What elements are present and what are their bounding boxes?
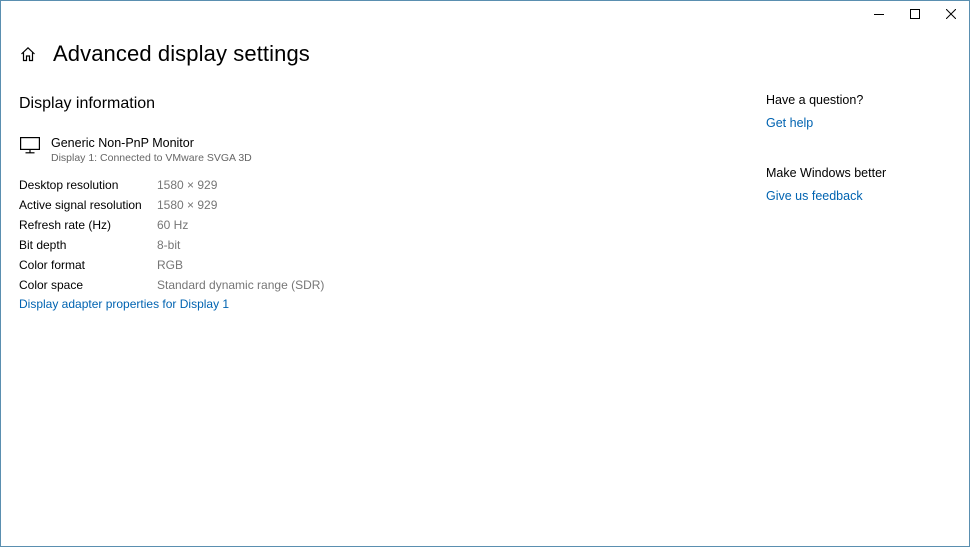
close-icon	[946, 9, 956, 19]
close-button[interactable]	[933, 1, 969, 27]
row-label: Color format	[19, 258, 86, 272]
table-row: Active signal resolution 1580 × 929	[19, 195, 324, 215]
row-value: 8-bit	[157, 238, 181, 252]
table-row: Bit depth 8-bit	[19, 235, 324, 255]
row-value: 60 Hz	[157, 218, 189, 232]
home-icon[interactable]	[19, 45, 37, 63]
monitor-connection: Display 1: Connected to VMware SVGA 3D	[51, 152, 252, 164]
question-heading: Have a question?	[766, 93, 864, 107]
monitor-icon	[20, 137, 42, 155]
caption-buttons	[861, 1, 969, 27]
row-label: Bit depth	[19, 238, 67, 252]
row-label: Active signal resolution	[19, 198, 142, 212]
row-value: 1580 × 929	[157, 178, 218, 192]
row-label: Desktop resolution	[19, 178, 119, 192]
row-label: Refresh rate (Hz)	[19, 218, 112, 232]
table-row: Refresh rate (Hz) 60 Hz	[19, 215, 324, 235]
page-title: Advanced display settings	[53, 41, 310, 66]
give-feedback-link[interactable]: Give us feedback	[766, 189, 863, 203]
settings-window: Advanced display settings Display inform…	[0, 0, 970, 547]
table-row: Color space Standard dynamic range (SDR)	[19, 275, 324, 295]
help-pane: Have a question? Get help Make Windows b…	[766, 92, 966, 238]
row-value: Standard dynamic range (SDR)	[157, 278, 325, 292]
section-title: Display information	[19, 95, 156, 112]
question-block: Have a question? Get help	[766, 92, 966, 132]
table-row: Desktop resolution 1580 × 929	[19, 175, 324, 195]
maximize-button[interactable]	[897, 1, 933, 27]
monitor-entry: Generic Non-PnP Monitor Display 1: Conne…	[19, 135, 719, 165]
monitor-name: Generic Non-PnP Monitor	[51, 136, 194, 150]
row-value: 1580 × 929	[157, 198, 218, 212]
maximize-icon	[910, 9, 920, 19]
display-info-table: Desktop resolution 1580 × 929 Active sig…	[19, 175, 324, 295]
display-adapter-properties-link[interactable]: Display adapter properties for Display 1	[19, 297, 229, 311]
monitor-text: Generic Non-PnP Monitor Display 1: Conne…	[51, 135, 252, 165]
minimize-button[interactable]	[861, 1, 897, 27]
display-information-section: Display information Generic Non-PnP Moni…	[19, 95, 719, 313]
feedback-heading: Make Windows better	[766, 166, 887, 180]
row-value: RGB	[157, 258, 184, 272]
page-header: Advanced display settings	[19, 41, 310, 67]
get-help-link[interactable]: Get help	[766, 116, 813, 130]
row-label: Color space	[19, 278, 84, 292]
minimize-icon	[874, 9, 884, 19]
feedback-block: Make Windows better Give us feedback	[766, 165, 966, 205]
table-row: Color format RGB	[19, 255, 324, 275]
